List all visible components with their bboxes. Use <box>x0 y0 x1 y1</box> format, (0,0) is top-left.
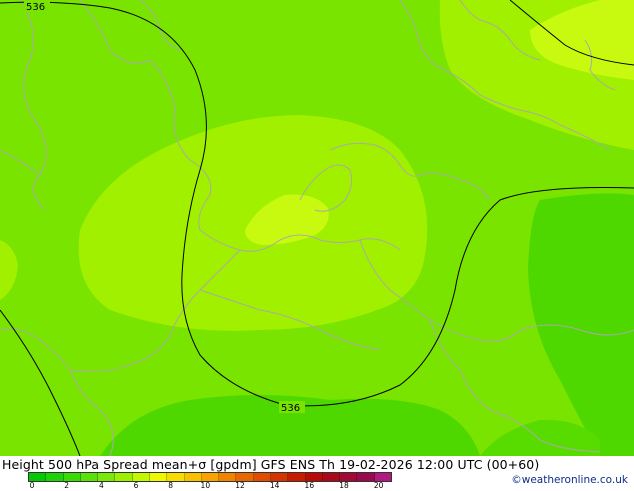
colorbar-cell <box>253 473 271 481</box>
colorbar-tick-label: 12 <box>235 481 245 490</box>
colorbar-tick-label: 2 <box>64 481 70 490</box>
colorbar-cell <box>167 473 185 481</box>
colorbar-cell <box>80 473 99 481</box>
colorbar-cell <box>374 473 391 481</box>
map-title: Height 500 hPa Spread mean+σ [gpdm] GFS … <box>2 457 540 472</box>
colorbar-cell <box>201 473 220 481</box>
colorbar-tick-label: 8 <box>168 481 174 490</box>
colorbar-cell <box>63 473 81 481</box>
colorbar-tick-label: 20 <box>373 481 384 490</box>
colorbar-tick-label: 18 <box>339 481 349 490</box>
colorbar-cell <box>288 473 306 481</box>
credit-link[interactable]: ©weatheronline.co.uk <box>511 474 628 486</box>
colorbar-tick-label: 14 <box>269 481 280 490</box>
contour-label-south: 536 <box>279 401 305 414</box>
svg-text:536: 536 <box>281 403 300 414</box>
colorbar-cell <box>236 473 254 481</box>
colorbar-cell <box>132 473 150 481</box>
colorbar-cell <box>115 473 133 481</box>
colorbar-cell <box>46 473 64 481</box>
colorbar-cell <box>29 473 47 481</box>
colorbar-cell <box>98 473 116 481</box>
colorbar-cell <box>357 473 375 481</box>
colorbar-cell <box>270 473 289 481</box>
colorbar-cell <box>322 473 341 481</box>
spread-map: 536 536 <box>0 0 634 456</box>
colorbar-cell <box>184 473 202 481</box>
svg-text:536: 536 <box>26 2 45 13</box>
colorbar-cell <box>305 473 323 481</box>
colorbar-cell <box>340 473 358 481</box>
colorbar-cell <box>219 473 237 481</box>
colorbar-tick-label: 16 <box>304 481 315 490</box>
colorbar-cell <box>149 473 168 481</box>
colorbar-tick-label: 0 <box>29 481 35 490</box>
map-footer: Height 500 hPa Spread mean+σ [gpdm] GFS … <box>0 456 634 490</box>
colorbar-tick-label: 10 <box>200 481 211 490</box>
colorbar-tick-label: 4 <box>98 481 104 490</box>
colorbar-tick-label: 6 <box>133 481 139 490</box>
contour-label-north: 536 <box>24 0 50 13</box>
